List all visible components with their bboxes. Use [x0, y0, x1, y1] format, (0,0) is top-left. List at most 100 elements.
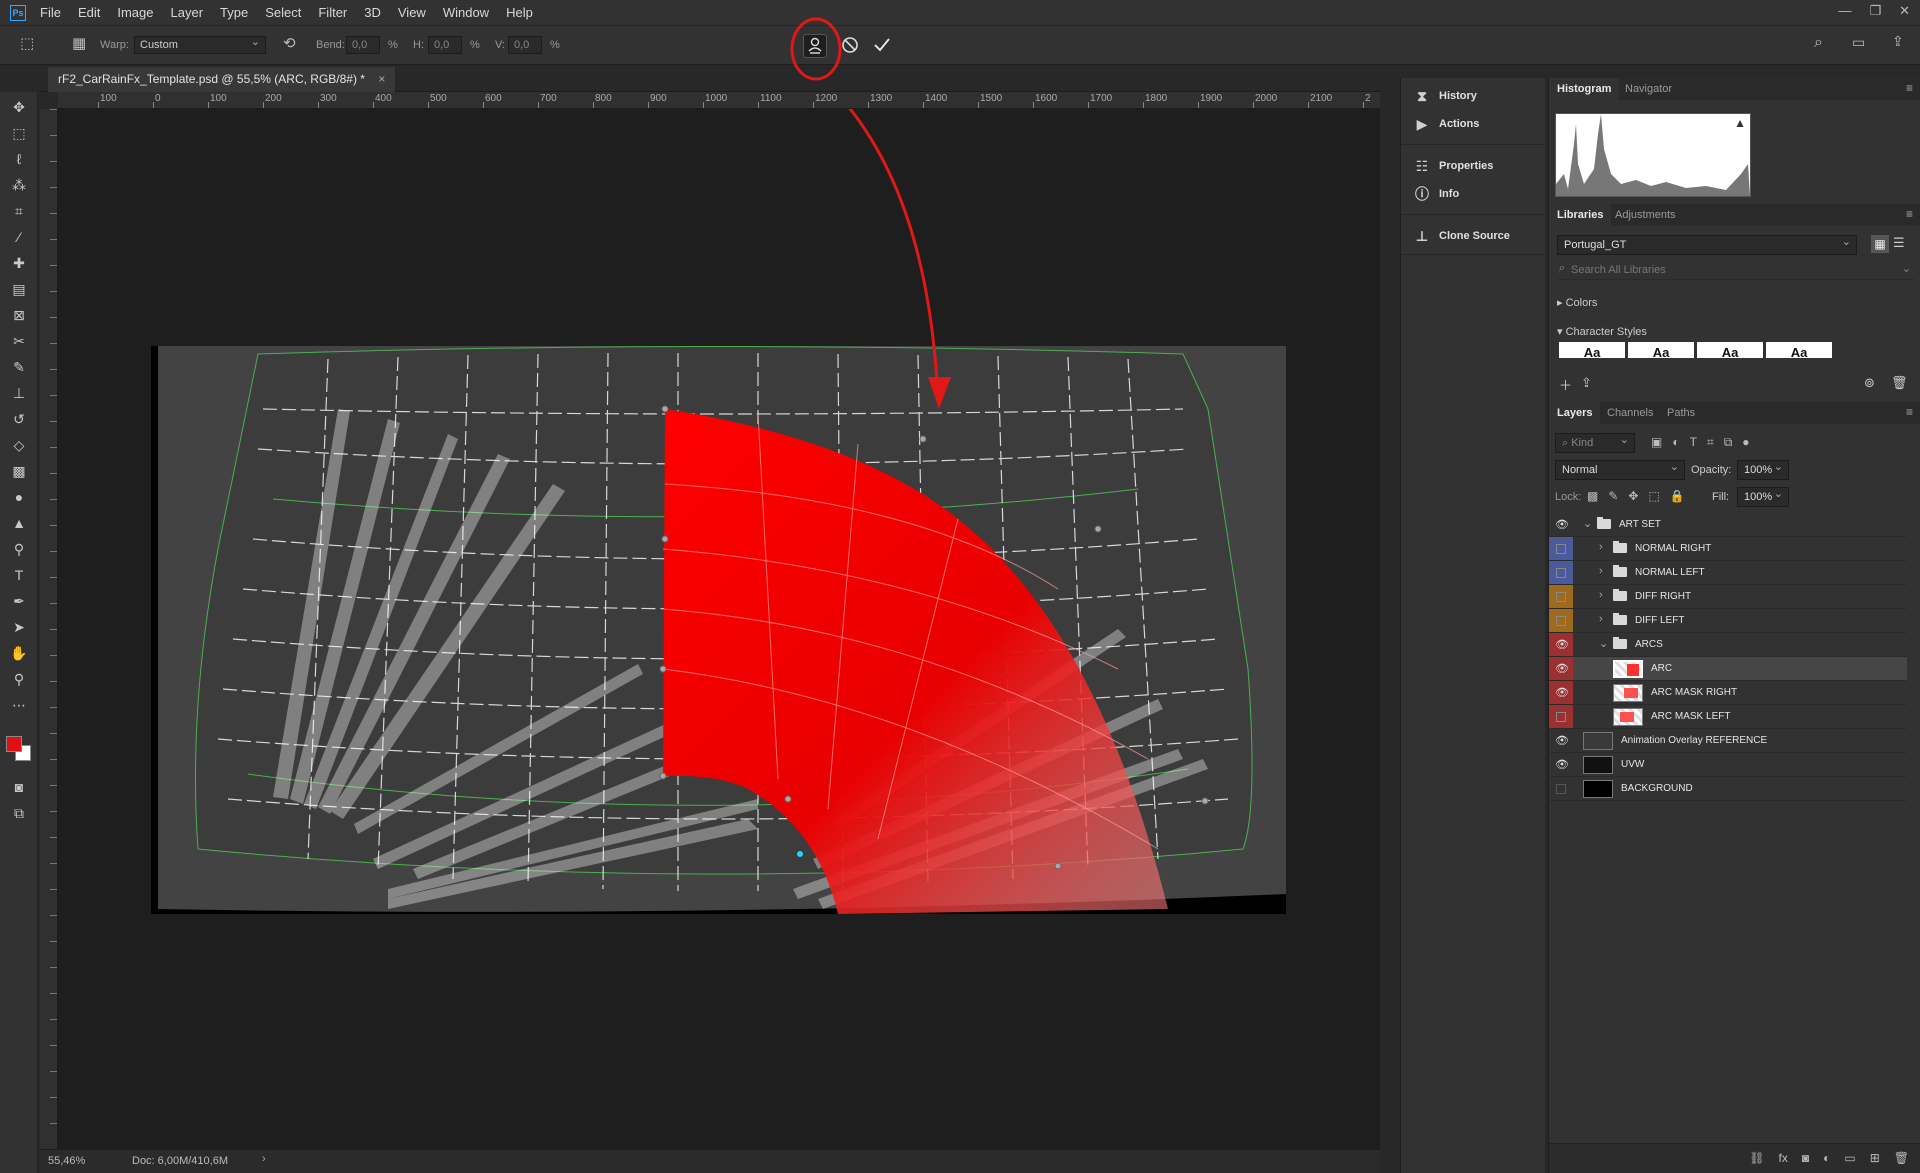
- reference-grid-icon[interactable]: ▦: [72, 34, 86, 52]
- eye-visibility-icon[interactable]: 👁: [1555, 519, 1569, 531]
- tab-histogram[interactable]: Histogram: [1549, 78, 1620, 100]
- menu-window[interactable]: Window: [443, 5, 489, 20]
- library-section-colors[interactable]: ▸ Colors: [1557, 296, 1597, 309]
- library-select[interactable]: Portugal_GT: [1557, 235, 1857, 255]
- library-search-field[interactable]: ⌕ Search All Libraries ⌄: [1557, 262, 1915, 280]
- eye-visibility-icon[interactable]: 👁: [1555, 759, 1569, 771]
- crop-tool-icon[interactable]: ⌗: [10, 202, 28, 220]
- character-style-4[interactable]: Aa: [1766, 342, 1832, 358]
- shape-layer-filter-icon[interactable]: ⌗: [1707, 435, 1714, 450]
- layer-row-normal-left[interactable]: › NORMAL LEFT: [1549, 561, 1907, 585]
- eye-visibility-icon[interactable]: 👁: [1555, 663, 1569, 675]
- sharpen-tool-icon[interactable]: ▲: [10, 514, 28, 532]
- chevron-down-icon[interactable]: ⌄: [1902, 262, 1911, 275]
- layer-row-arc[interactable]: 👁 ARC: [1549, 657, 1907, 681]
- panel-history[interactable]: ⧗ History: [1413, 85, 1477, 107]
- layer-row-arc-mask-right[interactable]: 👁 ARC MASK RIGHT: [1549, 681, 1907, 705]
- upload-icon[interactable]: ⇪: [1581, 375, 1592, 391]
- status-menu-chevron-icon[interactable]: ›: [262, 1153, 266, 1165]
- healing-brush-tool-icon[interactable]: ✚: [10, 254, 28, 272]
- quick-mask-icon[interactable]: ◙: [10, 778, 28, 796]
- menu-type[interactable]: Type: [220, 5, 248, 20]
- stamp-tool-icon[interactable]: ⊥: [10, 384, 28, 402]
- restore-icon[interactable]: ❐: [1869, 3, 1881, 19]
- character-style-2[interactable]: Aa: [1628, 342, 1694, 358]
- list-view-icon[interactable]: ☰: [1893, 235, 1905, 251]
- menu-select[interactable]: Select: [265, 5, 301, 20]
- document-tab[interactable]: rF2_CarRainFx_Template.psd @ 55,5% (ARC,…: [48, 67, 396, 92]
- lock-transparent-icon[interactable]: ▩: [1587, 489, 1598, 503]
- brush-tool-icon[interactable]: ✎: [10, 358, 28, 376]
- panel-properties[interactable]: ☷ Properties: [1413, 155, 1494, 177]
- zoom-level[interactable]: 55,46%: [48, 1155, 85, 1167]
- close-window-icon[interactable]: ✕: [1899, 3, 1910, 19]
- hand-tool-icon[interactable]: ✋: [10, 644, 28, 662]
- character-style-1[interactable]: Aa: [1559, 342, 1625, 358]
- link-layers-icon[interactable]: ⛓: [1749, 1151, 1764, 1165]
- close-document-icon[interactable]: ×: [378, 72, 385, 86]
- libraries-menu-icon[interactable]: ≡: [1906, 207, 1913, 221]
- tab-libraries[interactable]: Libraries: [1549, 204, 1612, 226]
- hidden-visibility-box[interactable]: [1556, 568, 1566, 578]
- scissors-tool-icon[interactable]: ✂: [10, 332, 28, 350]
- history-brush-tool-icon[interactable]: ↺: [10, 410, 28, 428]
- pixel-layer-filter-icon[interactable]: ▣: [1651, 435, 1662, 450]
- adjustment-layer-filter-icon[interactable]: ◐: [1672, 435, 1679, 450]
- menu-file[interactable]: File: [40, 5, 61, 20]
- dodge-tool-icon[interactable]: ⚲: [10, 540, 28, 558]
- new-adjustment-layer-icon[interactable]: ◐: [1823, 1151, 1830, 1165]
- grid-view-icon[interactable]: ▦: [1871, 235, 1889, 253]
- tab-channels[interactable]: Channels: [1599, 402, 1661, 424]
- frame-tool-icon[interactable]: ⊠: [10, 306, 28, 324]
- eye-visibility-icon[interactable]: 👁: [1555, 639, 1569, 651]
- warp-style-select[interactable]: Custom: [134, 35, 266, 54]
- opacity-input[interactable]: 100%: [1737, 460, 1789, 480]
- move-tool-icon[interactable]: ✥: [10, 98, 28, 116]
- eye-visibility-icon[interactable]: 👁: [1555, 735, 1569, 747]
- type-layer-filter-icon[interactable]: T: [1690, 435, 1697, 450]
- tab-layers[interactable]: Layers: [1549, 402, 1601, 424]
- screen-mode-icon[interactable]: ⧉: [10, 804, 28, 822]
- menu-edit[interactable]: Edit: [78, 5, 100, 20]
- layer-row-arcs[interactable]: 👁 ⌄ ARCS: [1549, 633, 1907, 657]
- menu-help[interactable]: Help: [506, 5, 533, 20]
- warning-triangle-icon[interactable]: ▲: [1734, 116, 1746, 130]
- layer-row-uvw[interactable]: 👁 UVW: [1549, 753, 1907, 777]
- add-mask-icon[interactable]: ◙: [1802, 1151, 1809, 1165]
- new-group-icon[interactable]: ▭: [1844, 1151, 1855, 1165]
- hidden-visibility-box[interactable]: [1556, 784, 1566, 794]
- eye-visibility-icon[interactable]: 👁: [1555, 687, 1569, 699]
- lock-position-icon[interactable]: ✥: [1628, 489, 1638, 503]
- hidden-visibility-box[interactable]: [1556, 544, 1566, 554]
- layer-row-arc-mask-left[interactable]: ARC MASK LEFT: [1549, 705, 1907, 729]
- chevron-down-icon[interactable]: ⌄: [1583, 517, 1592, 530]
- delete-layer-icon[interactable]: 🗑: [1894, 1151, 1909, 1165]
- path-selection-tool-icon[interactable]: ➤: [10, 618, 28, 636]
- tab-adjustments[interactable]: Adjustments: [1607, 204, 1684, 226]
- lock-all-icon[interactable]: 🔒: [1670, 489, 1685, 503]
- bend-input[interactable]: 0,0: [346, 36, 380, 54]
- search-icon[interactable]: ⌕: [1814, 34, 1823, 52]
- gradient-tool-icon[interactable]: ▩: [10, 462, 28, 480]
- character-style-3[interactable]: Aa: [1697, 342, 1763, 358]
- library-section-character-styles[interactable]: ▾ Character Styles: [1557, 325, 1647, 338]
- commit-transform-icon[interactable]: [872, 35, 892, 55]
- layer-row-diff-left[interactable]: › DIFF LEFT: [1549, 609, 1907, 633]
- chevron-down-icon[interactable]: ⌄: [1599, 637, 1608, 650]
- layer-row-animation-overlay[interactable]: 👁 Animation Overlay REFERENCE: [1549, 729, 1907, 753]
- hidden-visibility-box[interactable]: [1556, 712, 1566, 722]
- layer-row-diff-right[interactable]: › DIFF RIGHT: [1549, 585, 1907, 609]
- chevron-right-icon[interactable]: ›: [1599, 541, 1603, 553]
- h-input[interactable]: 0,0: [428, 36, 462, 54]
- layer-style-fx-icon[interactable]: fx: [1779, 1151, 1788, 1165]
- new-layer-icon[interactable]: ⊞: [1870, 1151, 1880, 1165]
- layer-kind-filter[interactable]: ⌕ Kind: [1555, 433, 1635, 453]
- spot-heal-tool-icon[interactable]: ▤: [10, 280, 28, 298]
- chevron-right-icon[interactable]: ›: [1599, 565, 1603, 577]
- document-canvas[interactable]: [58, 109, 1380, 1149]
- smart-object-filter-icon[interactable]: ⧉: [1724, 435, 1733, 450]
- chevron-right-icon[interactable]: ›: [1599, 613, 1603, 625]
- tab-paths[interactable]: Paths: [1659, 402, 1703, 424]
- fill-input[interactable]: 100%: [1737, 487, 1789, 507]
- lasso-tool-icon[interactable]: ℓ: [10, 150, 28, 168]
